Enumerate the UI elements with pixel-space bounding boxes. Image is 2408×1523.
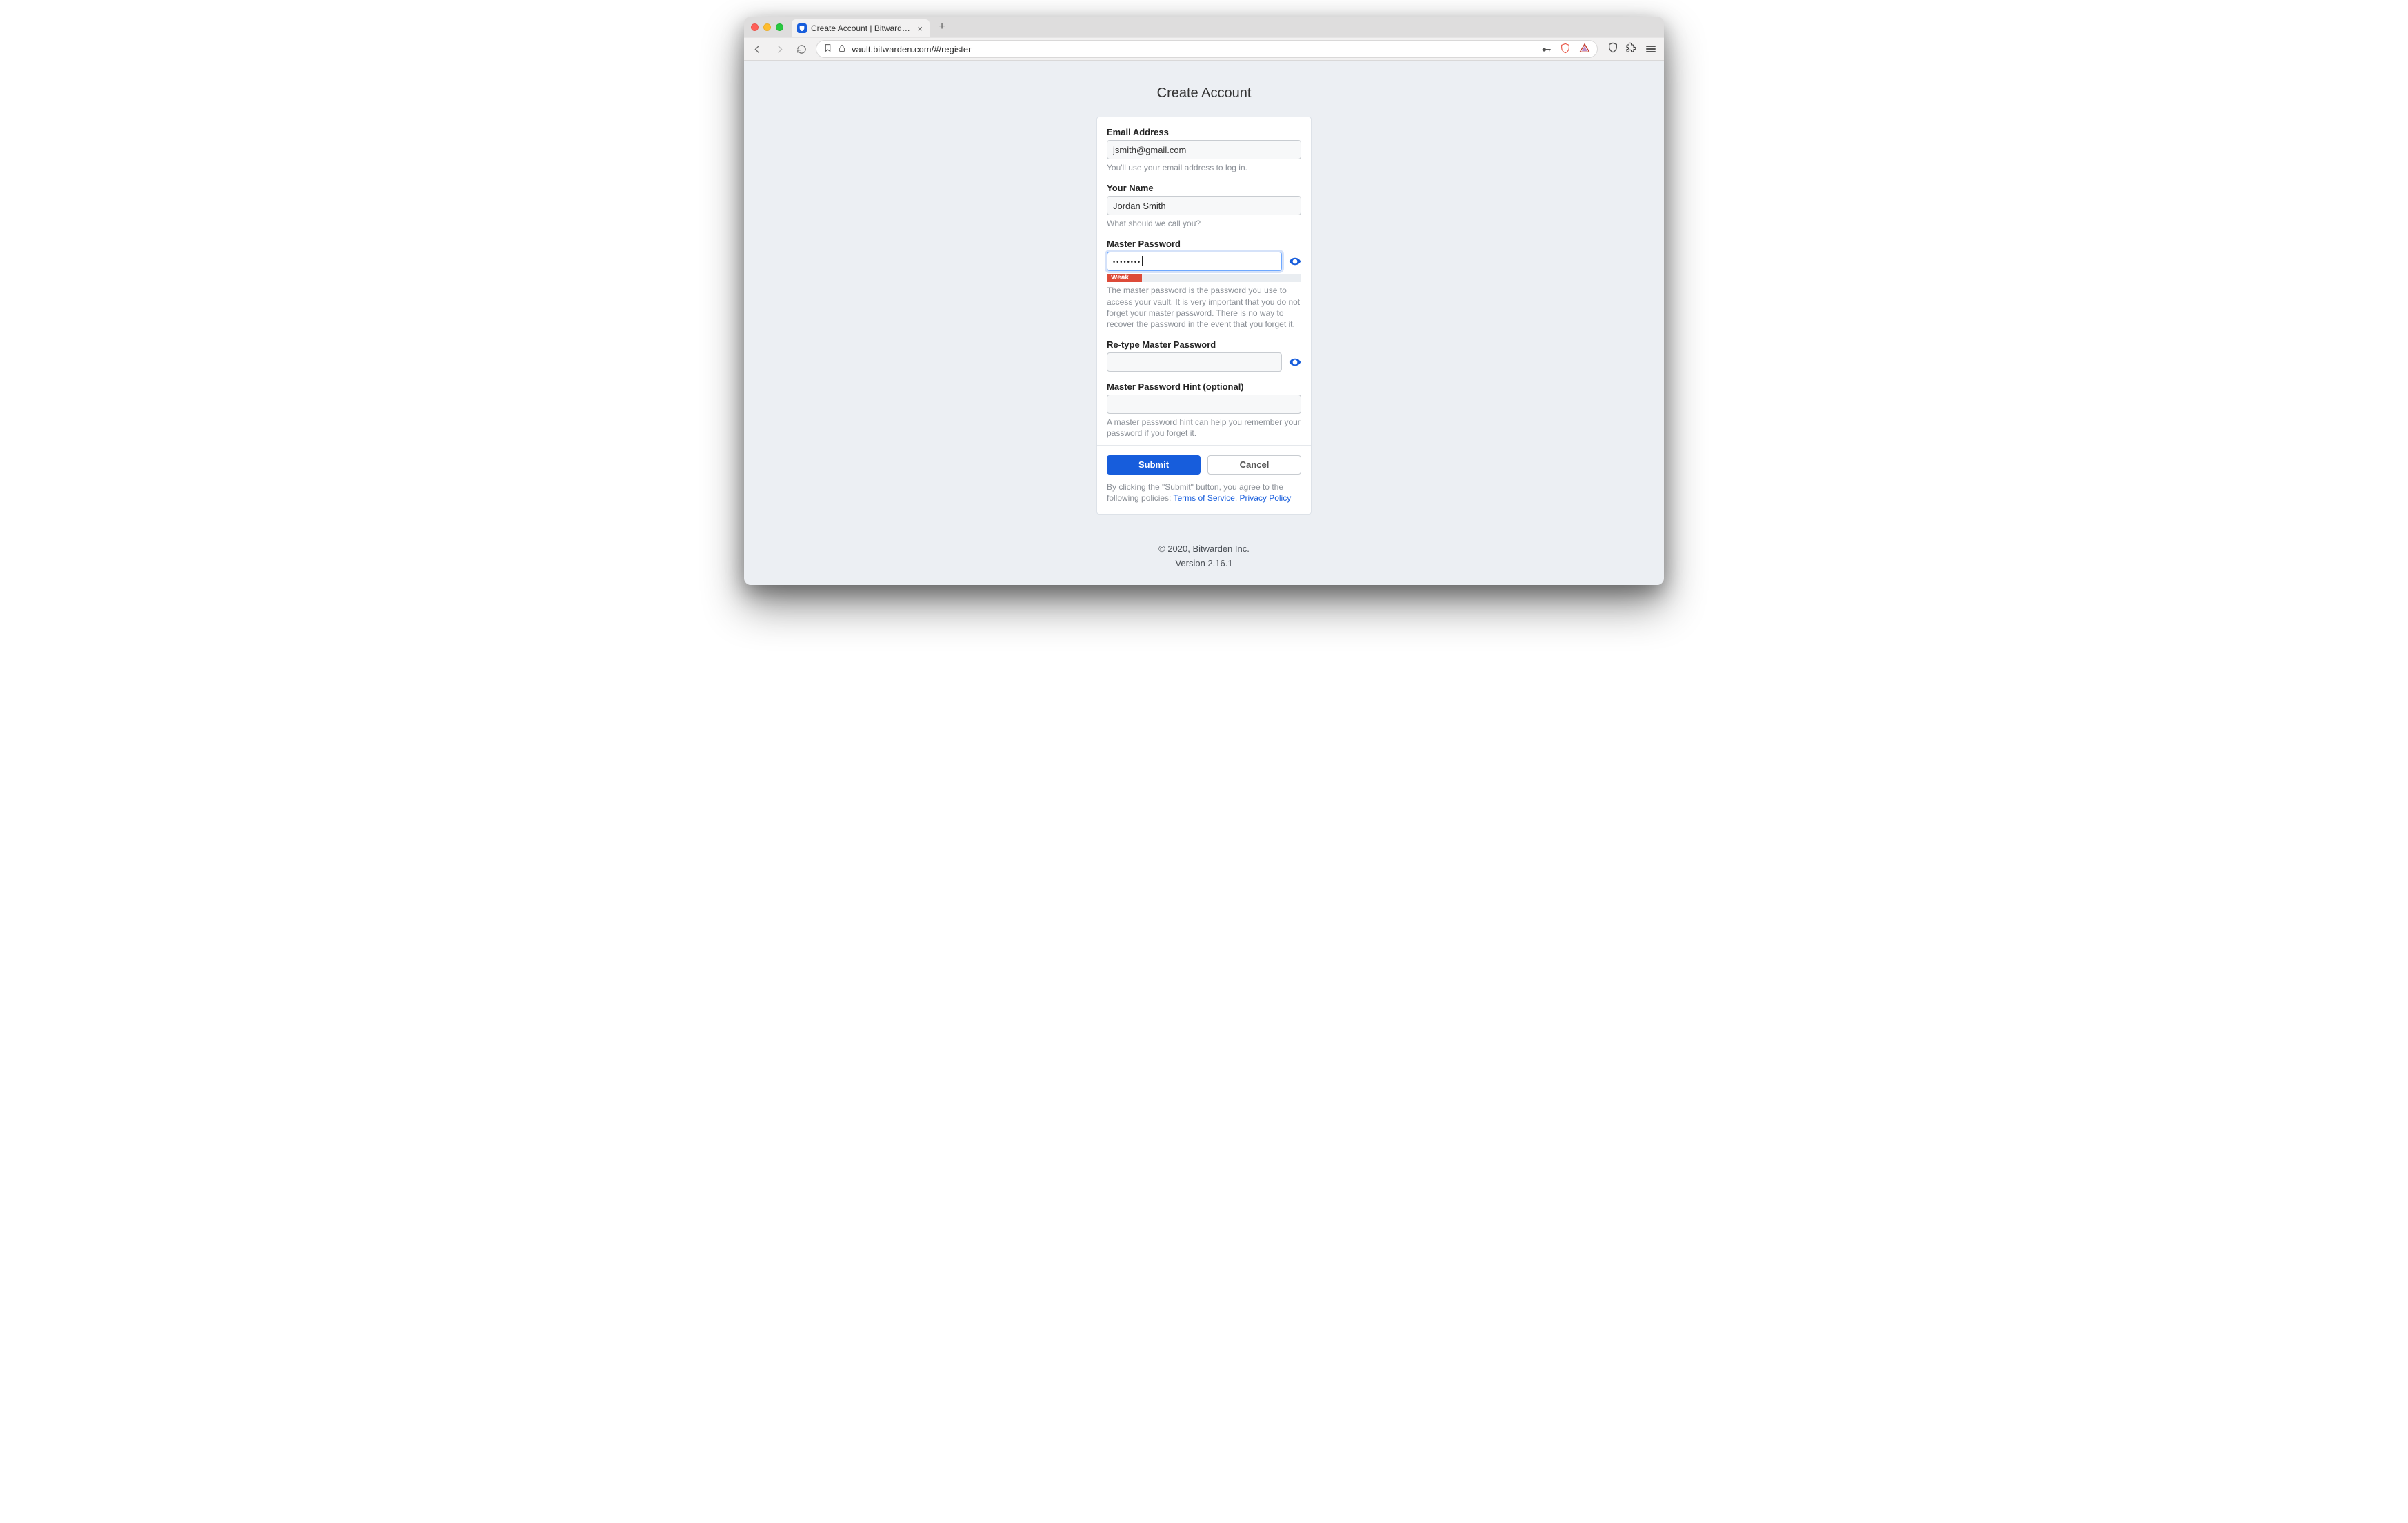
browser-window: Create Account | Bitwarden Web × + vault… — [744, 17, 1664, 585]
extensions-cluster — [1607, 42, 1658, 57]
password-hint-helper: A master password hint can help you reme… — [1107, 417, 1301, 439]
maximize-window-button[interactable] — [776, 23, 783, 31]
retype-label: Re-type Master Password — [1107, 339, 1301, 350]
password-hint-group: Master Password Hint (optional) A master… — [1107, 381, 1301, 439]
text-caret — [1142, 256, 1143, 266]
email-field[interactable] — [1107, 140, 1301, 159]
forward-button[interactable] — [772, 41, 787, 57]
retype-group: Re-type Master Password — [1107, 339, 1301, 372]
browser-tab[interactable]: Create Account | Bitwarden Web × — [792, 19, 930, 37]
divider — [1097, 445, 1311, 446]
page-footer: © 2020, Bitwarden Inc. Version 2.16.1 — [744, 542, 1664, 571]
new-tab-button[interactable]: + — [934, 21, 950, 33]
lock-icon — [838, 44, 846, 54]
bitwarden-favicon — [797, 23, 807, 33]
master-password-field[interactable]: •••••••• — [1107, 252, 1282, 271]
brave-rewards-icon[interactable] — [1579, 43, 1590, 56]
master-password-label: Master Password — [1107, 239, 1301, 249]
register-card: Email Address You'll use your email addr… — [1096, 117, 1312, 515]
bitwarden-extension-icon[interactable] — [1607, 42, 1618, 57]
master-password-hint-text: The master password is the password you … — [1107, 285, 1301, 330]
back-button[interactable] — [750, 41, 765, 57]
version-text: Version 2.16.1 — [744, 557, 1664, 571]
page-title: Create Account — [744, 61, 1664, 117]
email-group: Email Address You'll use your email addr… — [1107, 127, 1301, 173]
browser-toolbar: vault.bitwarden.com/#/register — [744, 37, 1664, 61]
close-window-button[interactable] — [751, 23, 759, 31]
name-label: Your Name — [1107, 183, 1301, 193]
bookmark-icon[interactable] — [823, 43, 832, 54]
name-group: Your Name What should we call you? — [1107, 183, 1301, 229]
reload-button[interactable] — [794, 41, 809, 57]
cancel-button[interactable]: Cancel — [1207, 455, 1301, 475]
tos-link[interactable]: Terms of Service — [1174, 493, 1235, 503]
retype-password-field[interactable] — [1107, 352, 1282, 372]
email-hint: You'll use your email address to log in. — [1107, 162, 1301, 173]
minimize-window-button[interactable] — [763, 23, 771, 31]
browser-menu-button[interactable] — [1643, 43, 1658, 55]
eye-icon[interactable] — [1289, 255, 1301, 268]
traffic-lights — [751, 23, 783, 31]
submit-button[interactable]: Submit — [1107, 455, 1201, 475]
agree-text: By clicking the "Submit" button, you agr… — [1107, 481, 1301, 505]
agree-separator: , — [1235, 493, 1240, 503]
tab-strip: Create Account | Bitwarden Web × + — [744, 17, 1664, 37]
url-text: vault.bitwarden.com/#/register — [852, 44, 1535, 54]
master-password-group: Master Password •••••••• Weak The master… — [1107, 239, 1301, 330]
name-hint: What should we call you? — [1107, 218, 1301, 229]
extensions-icon[interactable] — [1625, 42, 1636, 57]
brave-shield-icon[interactable] — [1560, 43, 1571, 56]
email-label: Email Address — [1107, 127, 1301, 137]
page-viewport: Create Account Email Address You'll use … — [744, 61, 1664, 585]
key-icon[interactable] — [1541, 43, 1552, 56]
copyright-text: © 2020, Bitwarden Inc. — [744, 542, 1664, 557]
password-hint-label: Master Password Hint (optional) — [1107, 381, 1301, 392]
name-field[interactable] — [1107, 196, 1301, 215]
password-masked-value: •••••••• — [1113, 259, 1141, 266]
eye-icon[interactable] — [1289, 356, 1301, 368]
password-strength-bar: Weak — [1107, 274, 1301, 282]
button-row: Submit Cancel — [1107, 455, 1301, 475]
close-tab-button[interactable]: × — [916, 23, 924, 34]
privacy-link[interactable]: Privacy Policy — [1240, 493, 1292, 503]
address-bar[interactable]: vault.bitwarden.com/#/register — [816, 40, 1598, 58]
password-strength-label: Weak — [1107, 274, 1142, 282]
password-hint-field[interactable] — [1107, 395, 1301, 414]
tab-title: Create Account | Bitwarden Web — [811, 23, 912, 33]
